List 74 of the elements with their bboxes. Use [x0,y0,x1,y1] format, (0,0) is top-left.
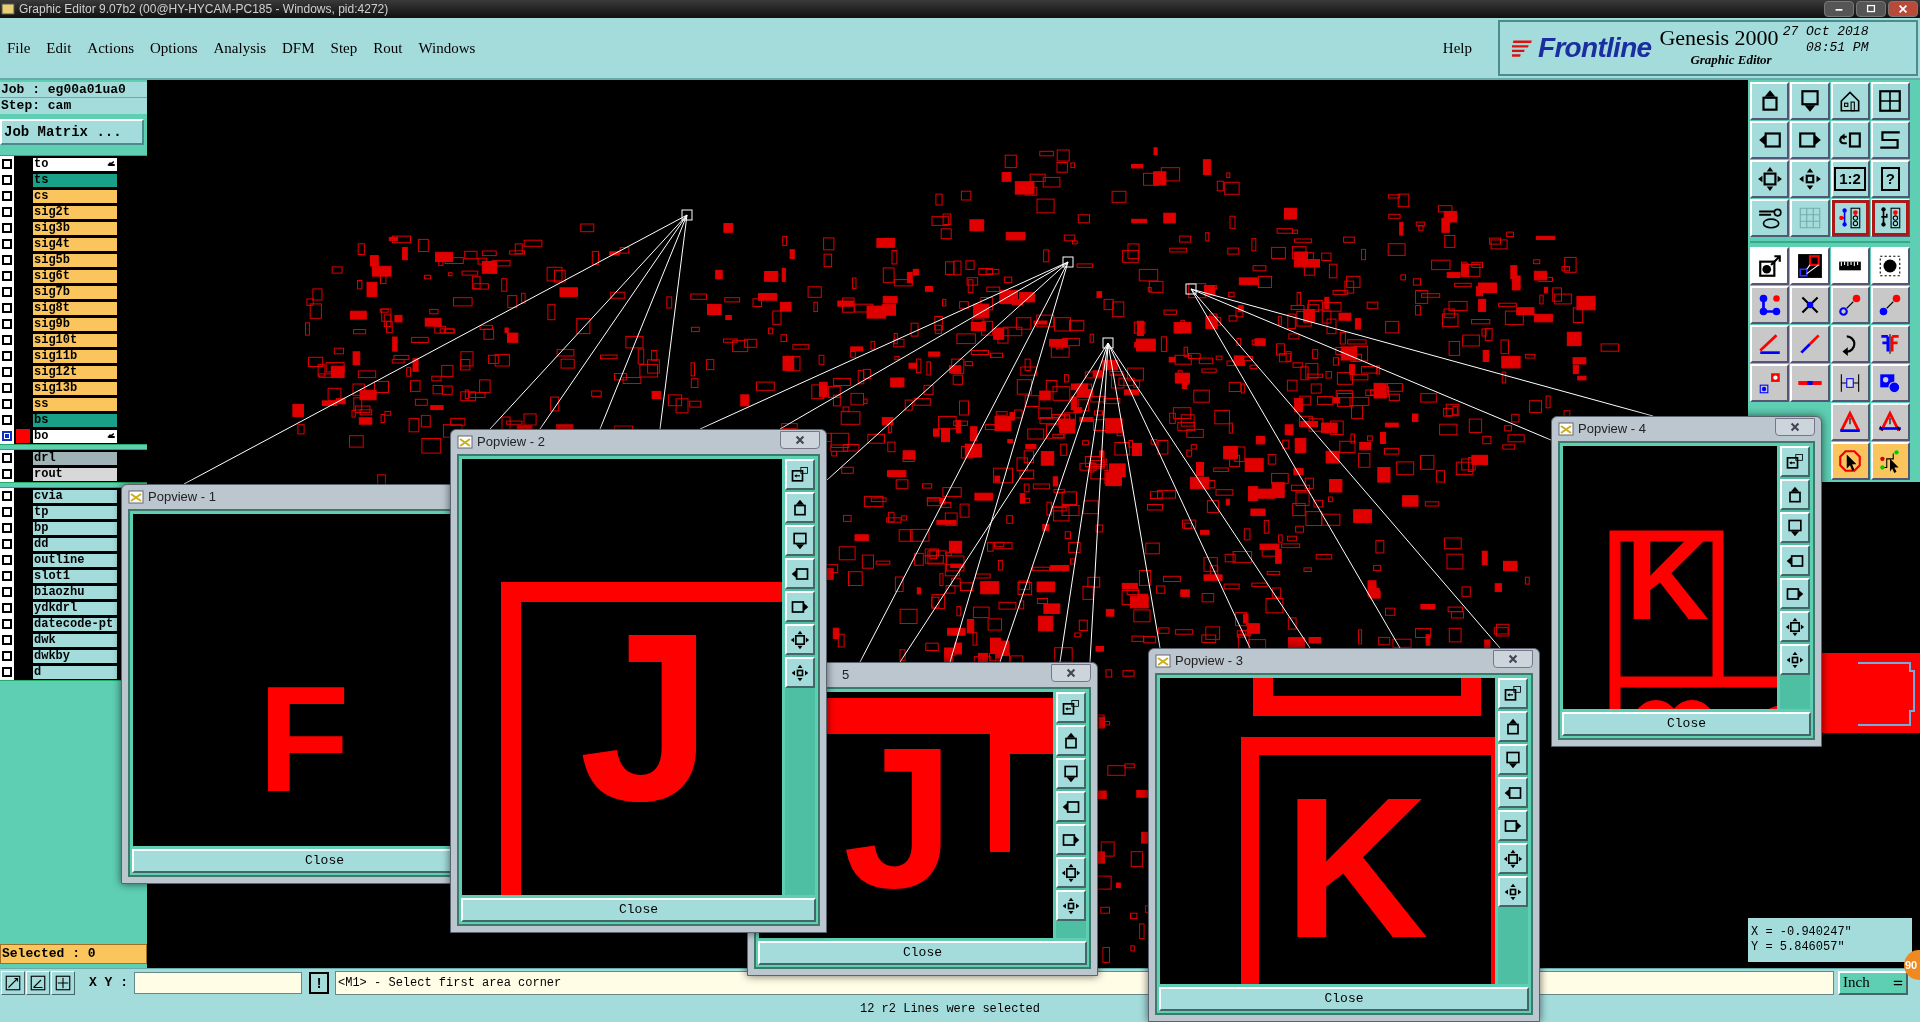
logo-text: Frontline [1538,31,1652,65]
selected-count: Selected : 0 [0,944,147,964]
menu-item[interactable]: Edit [45,36,73,60]
silkscreen-letter: K [1626,522,1710,637]
layer-item[interactable]: sig9b [32,316,118,332]
window-title: Popview - 1 [148,488,217,507]
date-text: 27 Oct 2018 [1782,24,1869,40]
units-dropdown[interactable]: Inch [1838,970,1908,995]
job-field: Job : eg00a01ua0 [0,82,147,98]
layer-item[interactable]: cvia [32,488,118,504]
layer-item[interactable]: sig10t [32,332,118,348]
layer-item[interactable]: datecode-pt [32,616,118,632]
layer-item[interactable]: sig3b [32,220,118,236]
layer-item[interactable]: sig7b [32,284,118,300]
layer-item[interactable]: bs [32,412,118,428]
layer-item[interactable]: biaozhu [32,584,118,600]
coordinate-readout: X = -0.940247" [1751,925,1853,940]
window-title: Graphic Editor 9.07b2 (00@HY-HYCAM-PC185 - Windows, pid:4272) [19,1,390,18]
menu-item[interactable]: DFM [281,36,316,60]
layer-item[interactable]: to [32,156,118,172]
window-title: Popview - 2 [477,433,546,452]
layer-item[interactable]: sig6t [32,268,118,284]
layer-item[interactable]: ydkdrl [32,600,118,616]
window-title: Popview - 3 [1175,652,1244,671]
layer-item[interactable]: sig12t [32,364,118,380]
menu-item[interactable]: Options [149,36,199,60]
menu-item[interactable]: Actions [86,36,135,60]
close-button[interactable]: Close [1562,712,1811,736]
menu-item[interactable]: File [6,36,32,60]
job-matrix-button[interactable]: Job Matrix ... [0,119,144,145]
layer-item[interactable]: bp [32,520,118,536]
silkscreen-letter: J [579,597,713,837]
layer-item[interactable]: sig13b [32,380,118,396]
layer-item[interactable]: tp [32,504,118,520]
menu-item[interactable]: Analysis [212,36,268,60]
exclaim-button[interactable]: ! [309,971,329,994]
product-name: Genesis 2000 [1659,26,1779,51]
layer-item[interactable]: d [32,664,118,680]
layer-item[interactable]: bo [32,428,118,444]
product-subtitle: Graphic Editor [1690,51,1772,70]
silkscreen-letter: K [1284,768,1429,968]
close-button[interactable]: Close [758,941,1087,965]
toolbar-button[interactable]: ? [1870,160,1910,198]
layer-item[interactable]: sig4t [32,236,118,252]
layer-item[interactable]: sig5b [32,252,118,268]
layer-item[interactable]: sig11b [32,348,118,364]
layer-item[interactable]: outline [32,552,118,568]
layer-item[interactable]: slot1 [32,568,118,584]
layer-item[interactable]: dwkby [32,648,118,664]
toolbar-button[interactable]: 1:2 [1830,160,1870,198]
layer-item[interactable]: sig8t [32,300,118,316]
layer-item[interactable]: drl [32,450,118,466]
close-button[interactable]: Close [1159,987,1529,1011]
help-menu[interactable]: Help [1442,36,1472,60]
layer-item[interactable]: sig2t [32,204,118,220]
coordinate-readout: Y = 5.846057" [1751,940,1846,955]
menu-item[interactable]: Windows [417,36,477,60]
menu-item[interactable]: Step [329,36,359,60]
close-button[interactable]: Close [461,898,816,922]
layer-item[interactable]: ts [32,172,118,188]
layer-item[interactable]: dwk [32,632,118,648]
silkscreen-letter: J [843,718,955,918]
step-field: Step: cam [0,98,147,114]
time-text: 08:51 PM [1806,40,1869,56]
layer-item[interactable]: rout [32,466,118,482]
status-message: 12 r2 Lines were selected [860,1001,1040,1018]
silkscreen-letter: F [258,664,350,814]
window-title: 5 [842,666,851,685]
layer-item[interactable]: ss [32,396,118,412]
layer-item[interactable]: cs [32,188,118,204]
layer-item[interactable]: dd [32,536,118,552]
menu-item[interactable]: Rout [372,36,404,60]
window-title: Popview - 4 [1578,420,1647,439]
xy-label: X Y : [89,973,128,992]
